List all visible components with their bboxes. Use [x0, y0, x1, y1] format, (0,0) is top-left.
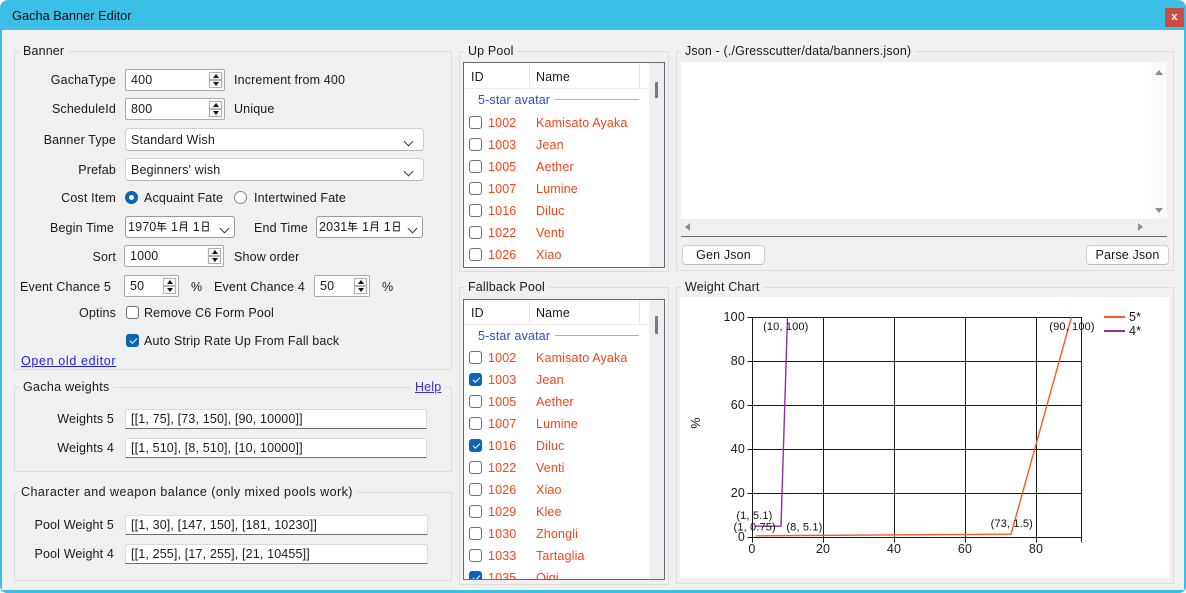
svg-text:4*: 4*: [1129, 324, 1141, 338]
svg-text:5*: 5*: [1129, 310, 1141, 324]
svg-text:80: 80: [731, 354, 745, 368]
svg-text:40: 40: [887, 542, 901, 556]
svg-text:20: 20: [731, 486, 745, 500]
svg-text:0: 0: [748, 542, 755, 556]
svg-text:(1, 0.75): (1, 0.75): [734, 522, 776, 534]
svg-text:60: 60: [731, 398, 745, 412]
svg-text:(1, 5.1): (1, 5.1): [736, 510, 772, 522]
svg-text:(73, 1.5): (73, 1.5): [991, 518, 1033, 530]
svg-text:%: %: [689, 417, 703, 428]
svg-text:(90, 100): (90, 100): [1049, 321, 1094, 333]
svg-text:60: 60: [958, 542, 972, 556]
svg-text:80: 80: [1029, 542, 1043, 556]
svg-text:100: 100: [724, 310, 745, 324]
svg-text:(10, 100): (10, 100): [763, 321, 808, 333]
svg-text:40: 40: [731, 442, 745, 456]
svg-text:(8, 5.1): (8, 5.1): [786, 522, 822, 534]
svg-text:20: 20: [816, 542, 830, 556]
